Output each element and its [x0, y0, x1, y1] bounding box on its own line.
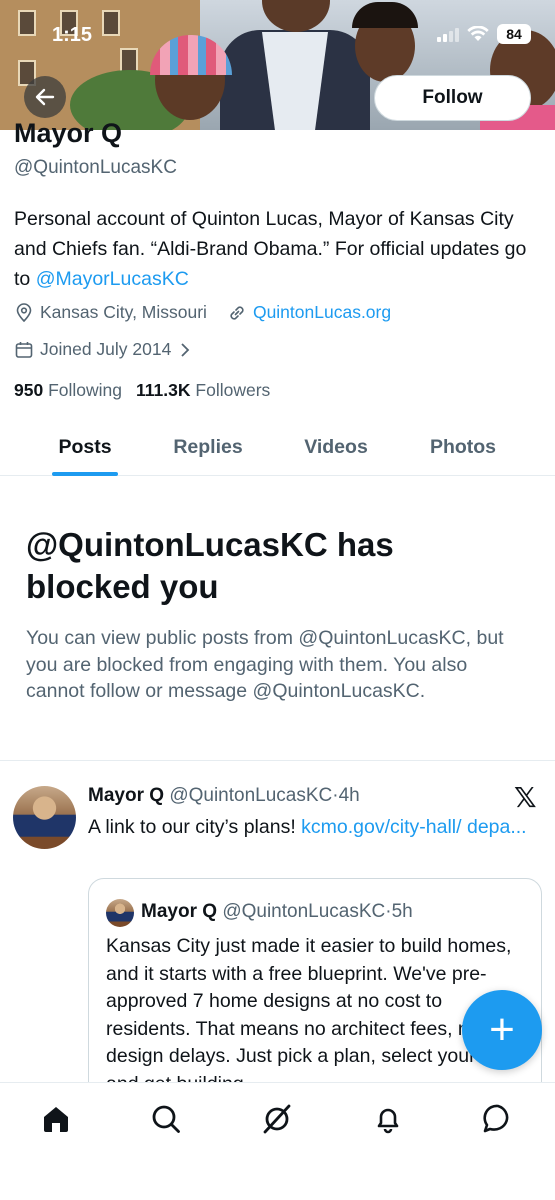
status-time: 1:15 [52, 24, 93, 46]
tweet-author-avatar[interactable] [13, 786, 76, 849]
x-logo-icon: 𝕏 [514, 782, 537, 813]
banner-window [18, 10, 36, 36]
quoted-author-avatar [106, 899, 134, 927]
profile-tabs: Posts Replies Videos Photos [0, 418, 555, 476]
home-icon [44, 1107, 68, 1132]
nav-search[interactable] [146, 1099, 186, 1139]
tab-photos[interactable]: Photos [416, 418, 510, 476]
tab-label: Posts [58, 435, 112, 458]
wifi-icon [467, 26, 489, 41]
quoted-tweet-time: 5h [391, 901, 413, 922]
battery-indicator: 84 [497, 24, 531, 44]
tweet-body[interactable]: A link to our city’s plans! kcmo.gov/cit… [88, 813, 528, 841]
quoted-tweet-text: Kansas City just made it easier to build… [106, 935, 512, 1095]
website-link[interactable]: QuintonLucas.org [253, 302, 391, 323]
search-icon [152, 1105, 180, 1133]
joined-text: Joined July 2014 [40, 339, 172, 359]
blocked-title: @QuintonLucasKC has blocked you [26, 526, 394, 605]
tweet-author-name[interactable]: Mayor Q [88, 785, 164, 806]
messages-icon [483, 1104, 509, 1133]
profile-website[interactable]: QuintonLucas.org [227, 302, 391, 323]
bottom-navigation [0, 1082, 555, 1200]
quoted-author-name: Mayor Q [141, 901, 218, 922]
tab-label: Videos [304, 435, 368, 458]
blocked-description: You can view public posts from @QuintonL… [26, 627, 504, 702]
link-icon [230, 305, 244, 320]
nav-home[interactable] [36, 1099, 76, 1139]
follow-button[interactable]: Follow [374, 75, 531, 121]
following-label: Following [48, 380, 123, 400]
followers-count[interactable]: 111.3K Followers [136, 380, 270, 401]
location-pin-icon [16, 302, 32, 322]
profile-handle: @QuintonLucasKC [14, 157, 177, 178]
profile-counts: 950 Following 111.3K Followers [14, 380, 270, 401]
status-icons: 84 [437, 24, 531, 44]
tab-label: Replies [173, 435, 243, 458]
quoted-author-handle: @QuintonLucasKC [222, 901, 386, 922]
tweet-text: A link to our city’s plans! [88, 816, 302, 838]
banner-window [102, 10, 120, 36]
profile-display-name: Mayor Q [14, 118, 123, 148]
tab-posts[interactable]: Posts [40, 418, 130, 476]
following-count[interactable]: 950 Following [14, 380, 122, 401]
profile-bio: Personal account of Quinton Lucas, Mayor… [14, 204, 534, 294]
nav-messages[interactable] [478, 1099, 518, 1139]
compose-post-button[interactable]: + [462, 990, 542, 1070]
tweet-author-handle[interactable]: @QuintonLucasKC [169, 785, 332, 806]
active-tab-indicator [52, 472, 118, 476]
cellular-signal-icon [437, 26, 459, 42]
profile-joined-row[interactable]: Joined July 2014 [14, 339, 199, 360]
location-text: Kansas City, Missouri [40, 302, 207, 322]
nav-grok[interactable] [257, 1099, 297, 1139]
section-divider [0, 760, 555, 761]
chevron-right-icon [181, 342, 190, 357]
quoted-tweet-header: Mayor Q @QuintonLucasKC·5h [141, 901, 413, 922]
back-arrow-icon [35, 88, 55, 106]
tab-label: Photos [429, 435, 497, 458]
profile-meta-row: Kansas City, Missouri QuintonLucas.org [14, 302, 411, 323]
tab-videos[interactable]: Videos [290, 418, 382, 476]
notifications-icon [377, 1108, 399, 1134]
tweet-link[interactable]: kcmo.gov/city-hall/ depa... [301, 816, 526, 838]
grok-icon [263, 1104, 291, 1134]
tweet-header: Mayor Q @QuintonLucasKC·4h [88, 785, 360, 806]
calendar-icon [15, 341, 33, 358]
tab-replies[interactable]: Replies [160, 418, 256, 476]
following-number: 950 [14, 380, 44, 400]
back-button[interactable] [24, 76, 66, 118]
followers-label: Followers [195, 380, 271, 400]
followers-number: 111.3K [136, 380, 191, 400]
profile-location: Kansas City, Missouri [14, 302, 207, 323]
bio-mention-link[interactable]: @MayorLucasKC [36, 268, 189, 290]
tweet-time: 4h [338, 785, 360, 806]
nav-notifications[interactable] [368, 1099, 408, 1139]
